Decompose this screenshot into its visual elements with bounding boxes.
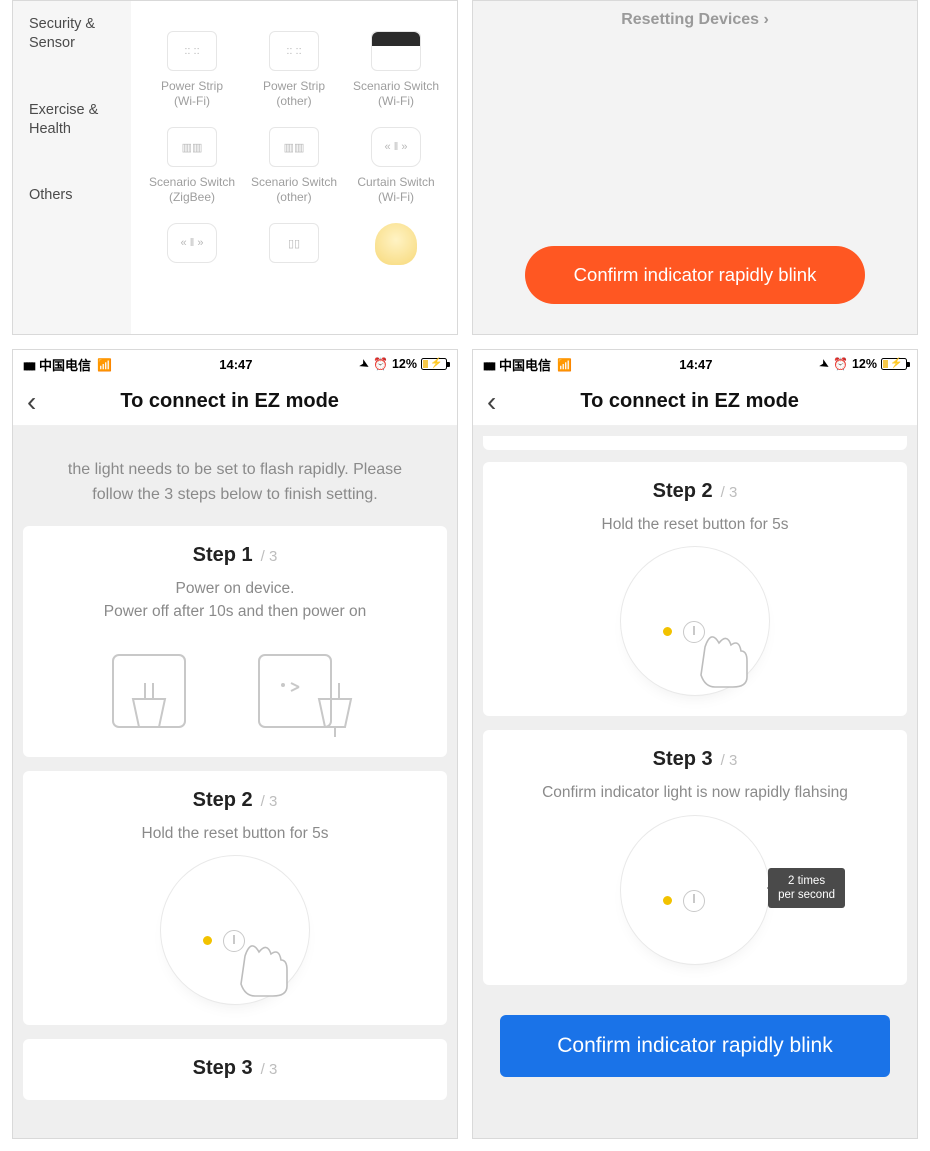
sidebar-item-exercise[interactable]: Exercise & Health <box>13 91 131 149</box>
plug-off-icon <box>255 641 365 737</box>
step-desc: Hold the reset button for 5s <box>497 513 893 536</box>
battery-icon: ⚡ <box>421 358 447 370</box>
location-icon <box>360 357 369 371</box>
device-label: Power Strip (other) <box>263 79 325 109</box>
intro-text: the light needs to be set to flash rapid… <box>23 436 447 526</box>
step-1-card: Step 1 / 3 Power on device. Power off af… <box>23 526 447 758</box>
device-item[interactable]: « ‖ » <box>142 223 242 273</box>
step-title: Step 3 <box>653 748 713 771</box>
battery-pct-label: 12% <box>392 357 417 371</box>
reset-confirm-panel: Resetting Devices › Confirm indicator ra… <box>472 0 918 335</box>
nav-bar: ‹ To connect in EZ mode <box>13 378 457 426</box>
scenario-switch-icon: ▥▥ <box>269 127 319 167</box>
curtain-switch-icon: « ‖ » <box>371 127 421 167</box>
device-blink-illustration: 2 times per second <box>620 815 770 965</box>
device-item[interactable]: ▯▯ <box>244 223 344 273</box>
clock-label: 14:47 <box>112 357 360 372</box>
device-item[interactable] <box>346 223 446 273</box>
led-indicator-icon <box>663 896 672 905</box>
hand-press-icon <box>685 619 755 689</box>
device-grid: :: :: Power Strip (Wi-Fi) :: :: Power St… <box>131 1 457 334</box>
device-power-strip-wifi[interactable]: :: :: Power Strip (Wi-Fi) <box>142 31 242 109</box>
device-scenario-switch-zigbee[interactable]: ▥▥ Scenario Switch (ZigBee) <box>142 127 242 205</box>
device-press-illustration <box>160 855 310 1005</box>
sidebar-item-others[interactable]: Others <box>13 176 131 215</box>
alarm-icon <box>833 357 848 371</box>
device-scenario-switch-other[interactable]: ▥▥ Scenario Switch (other) <box>244 127 344 205</box>
power-strip-icon: :: :: <box>269 31 319 71</box>
step-desc: Power on device. Power off after 10s and… <box>37 577 433 624</box>
light-bulb-icon <box>375 223 417 265</box>
carrier-label: 中国电信 <box>39 355 91 374</box>
signal-icon <box>483 357 493 372</box>
curtain-switch-icon: « ‖ » <box>167 223 217 263</box>
sidebar-item-security[interactable]: Security & Sensor <box>13 5 131 63</box>
clock-label: 14:47 <box>572 357 820 372</box>
device-label: Scenario Switch (other) <box>251 175 337 205</box>
device-label: Scenario Switch (ZigBee) <box>149 175 235 205</box>
step-2-card: Step 2 / 3 Hold the reset button for 5s <box>483 462 907 716</box>
led-indicator-icon <box>663 627 672 636</box>
wifi-icon <box>557 357 572 372</box>
ez-mode-step1-screen: 中国电信 14:47 12% ⚡ ‹ To connect in EZ mode… <box>12 349 458 1139</box>
battery-pct-label: 12% <box>852 357 877 371</box>
device-label: Curtain Switch (Wi-Fi) <box>357 175 434 205</box>
scenario-switch-icon <box>371 31 421 71</box>
scenario-switch-icon: ▥▥ <box>167 127 217 167</box>
step-3-card-peek: Step 3 / 3 <box>23 1039 447 1100</box>
hand-press-icon <box>225 928 295 998</box>
step-desc: Hold the reset button for 5s <box>37 822 433 845</box>
confirm-indicator-button[interactable]: Confirm indicator rapidly blink <box>500 1015 890 1077</box>
power-strip-icon: :: :: <box>167 31 217 71</box>
step-2-card: Step 2 / 3 Hold the reset button for 5s <box>23 771 447 1025</box>
page-title: To connect in EZ mode <box>12 390 449 413</box>
carrier-label: 中国电信 <box>499 355 551 374</box>
step-desc: Confirm indicator light is now rapidly f… <box>497 781 893 804</box>
ez-mode-step3-screen: 中国电信 14:47 12% ⚡ ‹ To connect in EZ mode… <box>472 349 918 1139</box>
battery-icon: ⚡ <box>881 358 907 370</box>
status-bar: 中国电信 14:47 12% ⚡ <box>13 350 457 378</box>
device-scenario-switch-wifi[interactable]: Scenario Switch (Wi-Fi) <box>346 31 446 109</box>
power-button-icon <box>683 890 705 912</box>
device-label: Scenario Switch (Wi-Fi) <box>353 79 439 109</box>
step-title: Step 1 <box>193 544 253 567</box>
step-count: / 3 <box>721 752 738 769</box>
page-title: To connect in EZ mode <box>472 390 909 413</box>
category-sidebar: Security & Sensor Exercise & Health Othe… <box>13 1 131 334</box>
step-3-card: Step 3 / 3 Confirm indicator light is no… <box>483 730 907 984</box>
location-icon <box>820 357 829 371</box>
device-category-panel: Security & Sensor Exercise & Health Othe… <box>12 0 458 335</box>
step-title: Step 2 <box>653 480 713 503</box>
step-count: / 3 <box>261 1061 278 1078</box>
device-power-strip-other[interactable]: :: :: Power Strip (other) <box>244 31 344 109</box>
plug-on-icon <box>105 641 215 737</box>
device-curtain-switch-wifi[interactable]: « ‖ » Curtain Switch (Wi-Fi) <box>346 127 446 205</box>
step-illustration <box>37 641 433 737</box>
status-bar: 中国电信 14:47 12% ⚡ <box>473 350 917 378</box>
previous-card-peek <box>483 436 907 450</box>
wifi-icon <box>97 357 112 372</box>
confirm-indicator-button[interactable]: Confirm indicator rapidly blink <box>525 246 865 304</box>
switch-icon: ▯▯ <box>269 223 319 263</box>
alarm-icon <box>373 357 388 371</box>
device-press-illustration <box>620 546 770 696</box>
led-indicator-icon <box>203 936 212 945</box>
signal-icon <box>23 357 33 372</box>
step-count: / 3 <box>721 484 738 501</box>
resetting-devices-link[interactable]: Resetting Devices › <box>621 11 769 29</box>
step-title: Step 2 <box>193 789 253 812</box>
step-count: / 3 <box>261 548 278 565</box>
step-title: Step 3 <box>193 1057 253 1080</box>
nav-bar: ‹ To connect in EZ mode <box>473 378 917 426</box>
blink-rate-tooltip: 2 times per second <box>768 868 845 909</box>
device-label: Power Strip (Wi-Fi) <box>161 79 223 109</box>
step-count: / 3 <box>261 793 278 810</box>
